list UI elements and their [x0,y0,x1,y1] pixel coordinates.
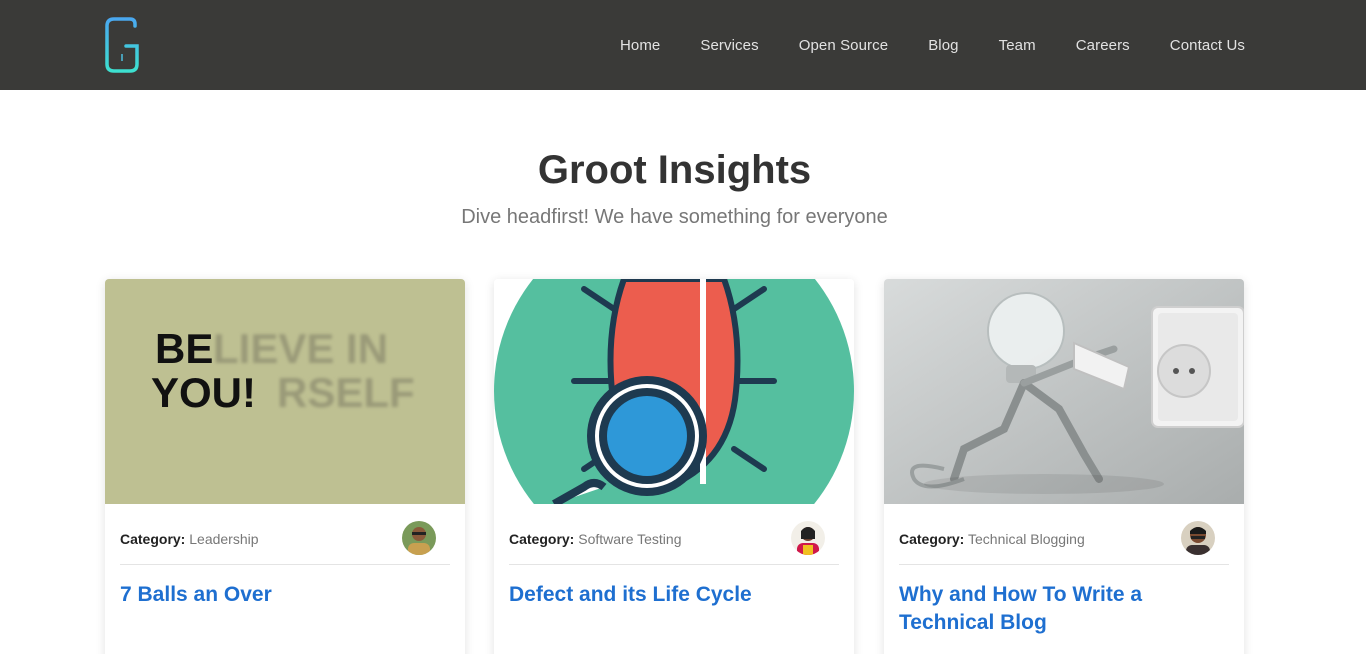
nav-blog[interactable]: Blog [928,37,958,54]
main-nav: Home Services Open Source Blog Team Care… [620,0,1245,90]
category-link[interactable]: Leadership [189,531,258,547]
category-text: Category: Leadership [120,531,259,547]
post-title-link[interactable]: Defect and its Life Cycle [509,581,839,609]
author-avatar[interactable] [1181,521,1215,555]
post-title-link[interactable]: 7 Balls an Over [120,581,450,609]
blog-card-image[interactable] [884,279,1244,504]
nav-careers[interactable]: Careers [1076,37,1130,54]
nav-home[interactable]: Home [620,37,660,54]
blog-card-image[interactable]: BE LIEVE IN YOU! RSELF [105,279,465,504]
post-title-link[interactable]: Why and How To Write a Technical Blog [899,581,1229,637]
category-link[interactable]: Technical Blogging [968,531,1085,547]
bug-brain-magnifier-image [494,279,854,504]
blog-card-technical-blogging[interactable]: Category: Technical Blogging Why and How… [884,279,1244,654]
author-avatar[interactable] [791,521,825,555]
nav-team[interactable]: Team [999,37,1036,54]
blog-card-image[interactable] [494,279,854,504]
svg-text:LIEVE IN: LIEVE IN [213,325,388,372]
category-text: Category: Technical Blogging [899,531,1085,547]
nav-open-source[interactable]: Open Source [799,37,889,54]
category-link[interactable]: Software Testing [578,531,681,547]
groot-g-logo-icon[interactable] [104,16,140,74]
page-subtitle: Dive headfirst! We have something for ev… [461,206,888,228]
nav-contact-us[interactable]: Contact Us [1170,37,1245,54]
blog-card-leadership[interactable]: BE LIEVE IN YOU! RSELF Category: Leaders… [105,279,465,654]
card-meta: Category: Leadership [120,519,450,565]
category-text: Category: Software Testing [509,531,682,547]
blog-card-software-testing[interactable]: Category: Software Testing Defect and it… [494,279,854,654]
author-avatar[interactable] [402,521,436,555]
top-navbar: Home Services Open Source Blog Team Care… [0,0,1366,90]
svg-text:RSELF: RSELF [277,369,415,416]
svg-text:BE: BE [155,325,213,372]
card-meta: Category: Software Testing [509,519,839,565]
believe-in-yourself-image: BE LIEVE IN YOU! RSELF [105,279,465,504]
svg-text:YOU!: YOU! [151,369,256,416]
nav-services[interactable]: Services [700,37,758,54]
page-title: Groot Insights [537,148,812,192]
card-meta: Category: Technical Blogging [899,519,1229,565]
robot-bulb-plug-image [884,279,1244,504]
